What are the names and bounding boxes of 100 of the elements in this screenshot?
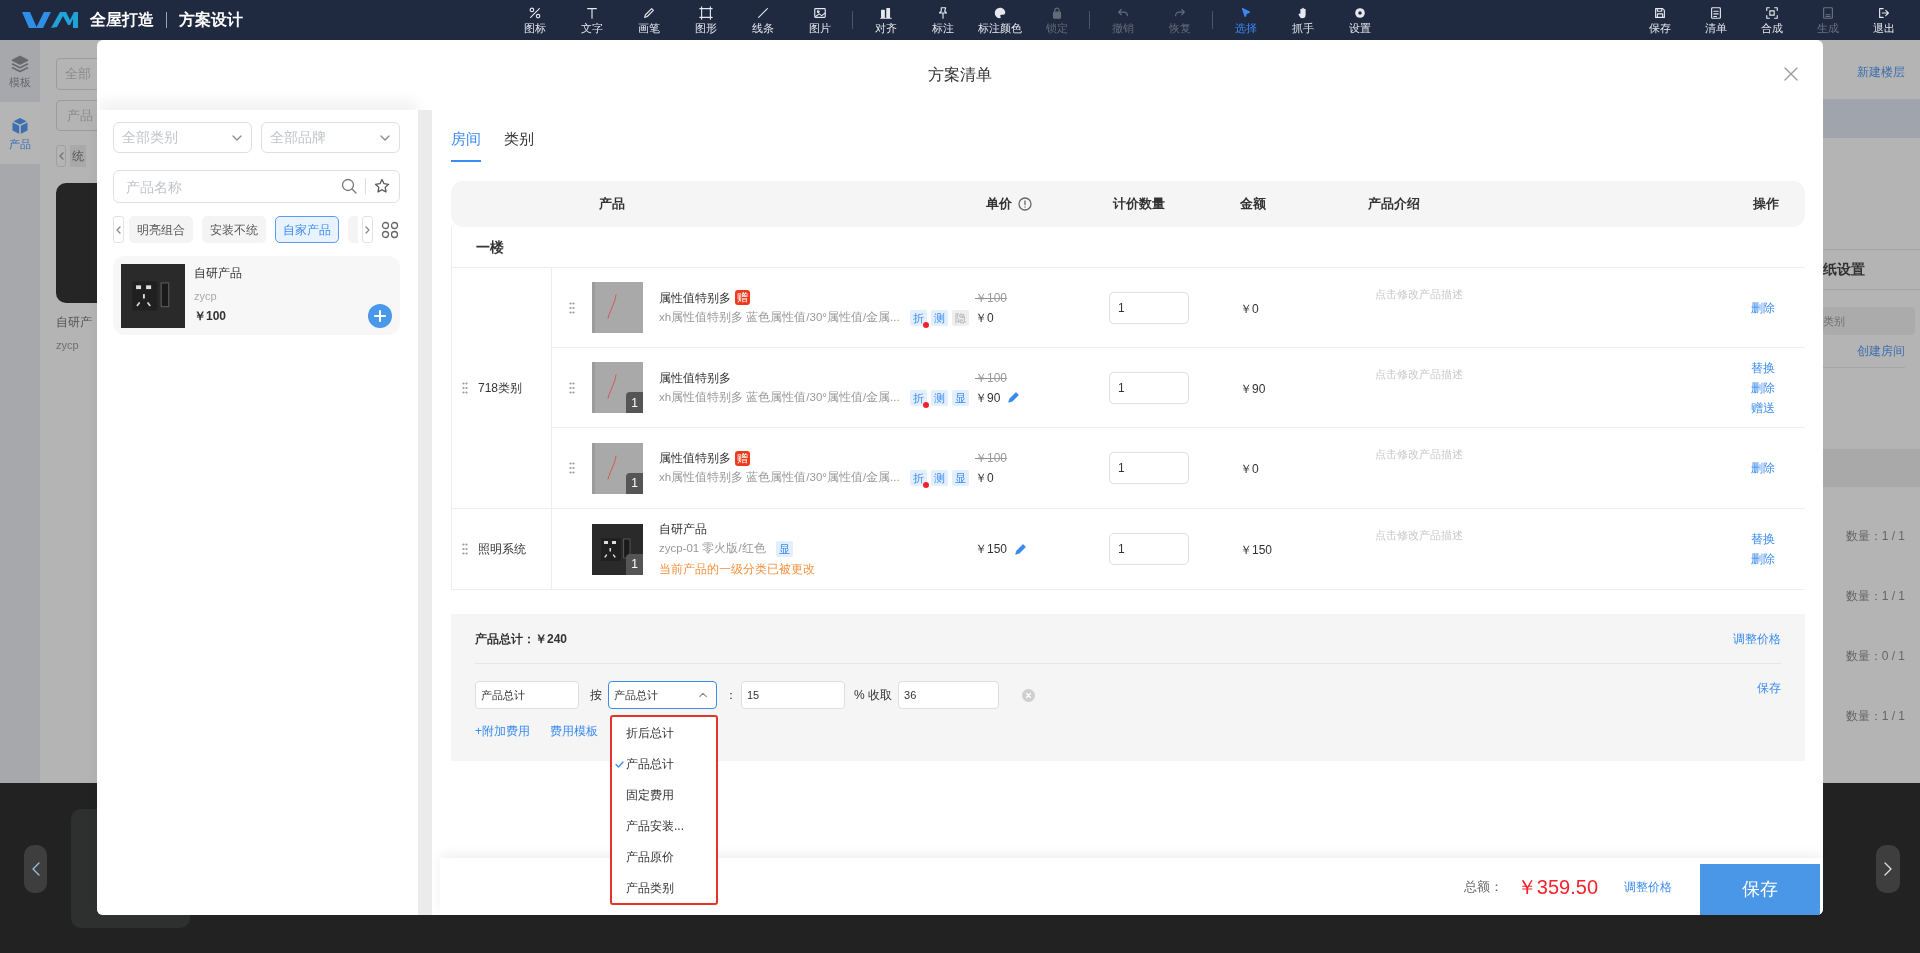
category-chip[interactable]: 明亮组合 xyxy=(129,216,193,243)
side-nav-tab[interactable]: 产品 xyxy=(0,102,40,164)
drag-handle-icon[interactable] xyxy=(569,301,575,314)
tool-button[interactable]: 图片 xyxy=(791,0,848,40)
action-link[interactable]: 删除 xyxy=(1751,298,1775,317)
dropdown-option[interactable]: 产品安装... xyxy=(626,816,684,835)
tool-button[interactable]: 图标 xyxy=(506,0,563,40)
quantity-input[interactable]: 1 xyxy=(1109,291,1189,324)
toolbar-button[interactable]: 合成 xyxy=(1744,0,1800,40)
action-link[interactable]: 替换 xyxy=(1751,358,1775,377)
pencil-icon[interactable] xyxy=(1015,543,1027,555)
tab[interactable]: 房间 xyxy=(451,128,481,162)
drag-handle-icon[interactable] xyxy=(462,382,468,394)
tag: 隐 xyxy=(951,309,969,326)
gift-badge: 赠 xyxy=(735,450,750,466)
action-link[interactable]: 删除 xyxy=(1751,459,1775,477)
tool-button[interactable]: 对齐 xyxy=(857,0,914,40)
drag-handle-icon[interactable] xyxy=(569,381,575,394)
tag: 显 xyxy=(775,541,793,557)
save-button[interactable]: 保存 xyxy=(1700,864,1820,915)
chevron-left-icon xyxy=(58,152,64,160)
product-price: ￥100 xyxy=(194,308,228,324)
dropdown-option[interactable]: 产品总计 xyxy=(626,754,674,773)
by-label: 按 xyxy=(590,687,602,704)
tool-button[interactable]: 标注颜色 xyxy=(971,0,1028,40)
create-room-link[interactable]: 创建房间 xyxy=(1857,343,1905,359)
action-link[interactable]: 删除 xyxy=(1751,378,1775,397)
tool-button[interactable]: 选择 xyxy=(1217,0,1274,40)
dropdown-option[interactable]: 折后总计 xyxy=(626,723,674,742)
search-icon[interactable] xyxy=(341,178,357,194)
quantity-input[interactable]: 1 xyxy=(1109,371,1189,404)
clear-icon[interactable] xyxy=(1022,688,1035,702)
rate-input[interactable]: 15 xyxy=(741,681,845,709)
category-chip[interactable]: 安装不统 xyxy=(202,216,266,243)
category-chip[interactable]: 自家产品 xyxy=(275,216,339,243)
close-button[interactable] xyxy=(1784,67,1798,81)
quantity-input[interactable]: 1 xyxy=(1109,452,1189,484)
unit-price: ￥0 xyxy=(975,470,994,487)
star-icon[interactable] xyxy=(374,178,390,194)
drag-handle-icon[interactable] xyxy=(569,462,575,474)
dropdown-option[interactable]: 产品原价 xyxy=(626,847,674,866)
new-floor-link[interactable]: 新建楼层 xyxy=(1857,64,1905,80)
product-spec: zycp-01 零火版/红色 xyxy=(659,541,766,557)
column-header: 产品介绍 xyxy=(1368,195,1420,214)
quantity-badge: 1 xyxy=(626,472,643,494)
toolbar-button[interactable]: 清单 xyxy=(1688,0,1744,40)
drag-handle-icon[interactable] xyxy=(462,543,468,555)
action-link[interactable]: 赠送 xyxy=(1751,398,1775,417)
toolbar-button[interactable]: 退出 xyxy=(1856,0,1912,40)
socket-drawing xyxy=(121,264,185,328)
tool-button[interactable]: 线条 xyxy=(734,0,791,40)
tab[interactable]: 类别 xyxy=(504,128,534,162)
toolbar-button[interactable]: 保存 xyxy=(1632,0,1688,40)
total-label: 总额： xyxy=(1463,877,1503,896)
quantity-input[interactable]: 1 xyxy=(1109,533,1189,565)
grid-icon[interactable] xyxy=(381,220,399,239)
add-fee-link[interactable]: +附加费用 xyxy=(475,722,530,740)
tool-button[interactable]: 标注 xyxy=(914,0,971,40)
close-icon xyxy=(1784,67,1798,81)
group-name: 照明系统 xyxy=(478,541,526,558)
tag: 折 xyxy=(909,470,927,486)
tool-button[interactable]: 设置 xyxy=(1331,0,1388,40)
scroll-left-button[interactable] xyxy=(56,145,66,167)
product-spec: xh属性值特别多 蓝色属性值/30°属性值/金属... xyxy=(659,470,900,486)
product-name: 属性值特别多 xyxy=(659,450,731,467)
info-icon[interactable] xyxy=(1018,197,1032,211)
dropdown-option[interactable]: 产品类别 xyxy=(626,878,674,897)
add-button[interactable] xyxy=(368,304,392,328)
previous-button[interactable] xyxy=(24,845,47,893)
adjust-price-link[interactable]: 调整价格 xyxy=(1624,877,1672,896)
action-link[interactable]: 删除 xyxy=(1751,550,1775,568)
tool-button[interactable]: 图形 xyxy=(677,0,734,40)
product-card[interactable]: 自研产品 zycp ￥100 xyxy=(113,256,400,335)
search-field[interactable]: 产品名称 xyxy=(113,170,400,203)
brand-name: 全屋打造 xyxy=(90,10,154,30)
tool-button[interactable]: 抓手 xyxy=(1274,0,1331,40)
original-price: ￥100 xyxy=(975,450,1008,467)
basis-select[interactable]: 产品总计 xyxy=(608,681,717,709)
product-name: 自研产 xyxy=(56,314,93,331)
tool-button[interactable]: 文字 xyxy=(563,0,620,40)
pencil-icon[interactable] xyxy=(1008,392,1020,403)
next-button[interactable] xyxy=(1876,845,1900,893)
save-link[interactable]: 保存 xyxy=(1757,679,1781,697)
shape-icon xyxy=(698,6,713,20)
action-link[interactable]: 替换 xyxy=(1751,530,1775,548)
adjust-price-link[interactable]: 调整价格 xyxy=(1733,629,1781,648)
floor-name: 一楼 xyxy=(476,237,504,257)
percent-label: % 收取 xyxy=(854,687,892,704)
dropdown-option[interactable]: 固定费用 xyxy=(626,785,674,804)
unit-price: ￥90 xyxy=(975,389,1001,407)
tool-button[interactable]: 画笔 xyxy=(620,0,677,40)
category-chip[interactable]: 统 xyxy=(70,145,86,167)
total-amount: ￥359.50 xyxy=(1516,874,1598,900)
column-header: 金额 xyxy=(1240,195,1266,214)
amount-input[interactable]: 36 xyxy=(898,681,999,709)
fee-template-link[interactable]: 费用模板 xyxy=(550,722,598,740)
unit-price: ￥0 xyxy=(975,309,994,327)
product-name: 自研产品 xyxy=(659,521,707,538)
fee-name-input[interactable]: 产品总计 xyxy=(475,681,579,709)
scroll-right-button[interactable] xyxy=(362,216,373,243)
